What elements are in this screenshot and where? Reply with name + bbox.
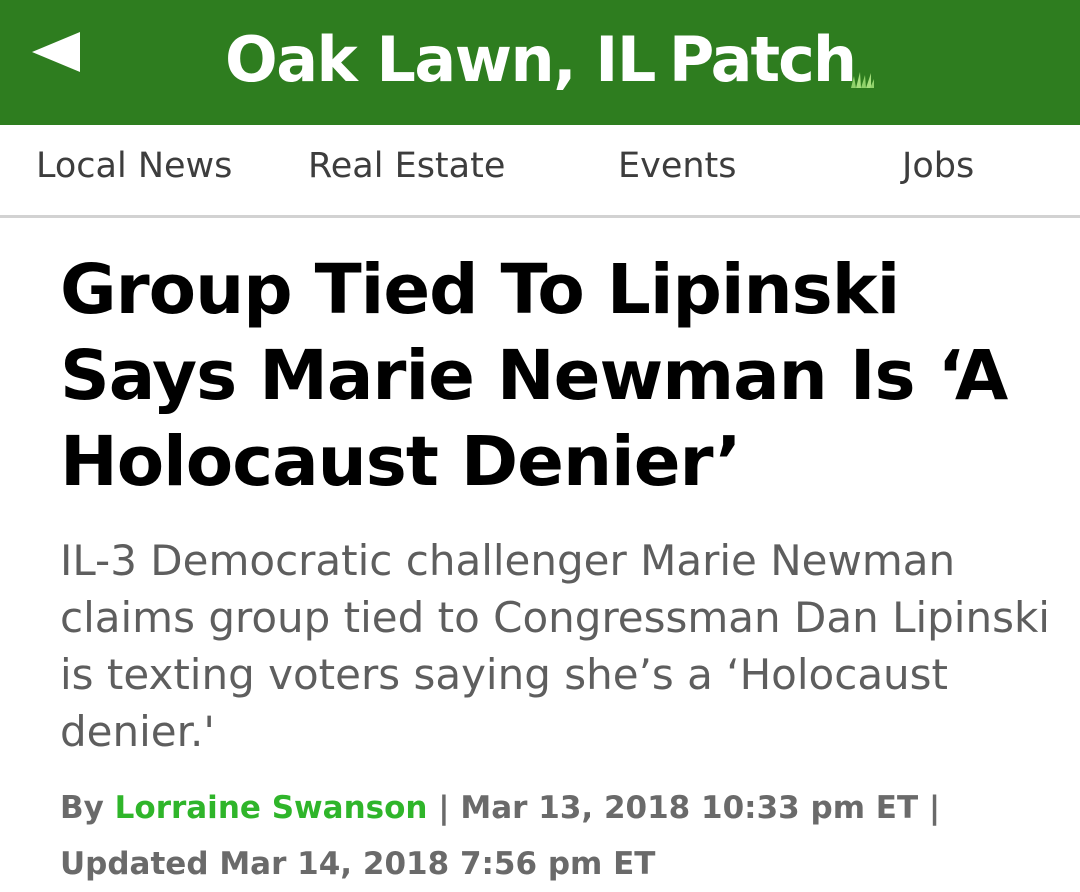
site-title[interactable]: Oak Lawn, IL Patch [0,18,1080,102]
byline-separator: | [928,790,941,826]
brand-name: Patch [668,23,857,96]
section-nav: Local News Real Estate Events Jobs [0,125,1080,218]
app-header: Oak Lawn, IL Patch [0,0,1080,125]
site-city: Oak Lawn, IL [225,23,656,96]
nav-events[interactable]: Events [618,125,737,215]
author-link[interactable]: Lorraine Swanson [115,790,428,826]
updated-date: Mar 14, 2018 7:56 pm ET [219,846,656,882]
byline-by: By [60,790,104,826]
updated-label: Updated [60,846,209,882]
nav-local-news[interactable]: Local News [36,125,232,215]
article-byline: By Lorraine Swanson | Mar 13, 2018 10:33… [60,780,1060,892]
nav-real-estate[interactable]: Real Estate [308,125,505,215]
article-summary: IL-3 Democratic challenger Marie Newman … [60,536,1050,756]
byline-separator: | [438,790,450,826]
article-headline: Group Tied To Lipinski Says Marie Newman… [60,250,1008,502]
patch-logo: Patch [668,23,874,96]
published-date: Mar 13, 2018 10:33 pm ET [460,790,919,826]
grass-icon [851,72,874,88]
nav-jobs[interactable]: Jobs [902,125,974,215]
